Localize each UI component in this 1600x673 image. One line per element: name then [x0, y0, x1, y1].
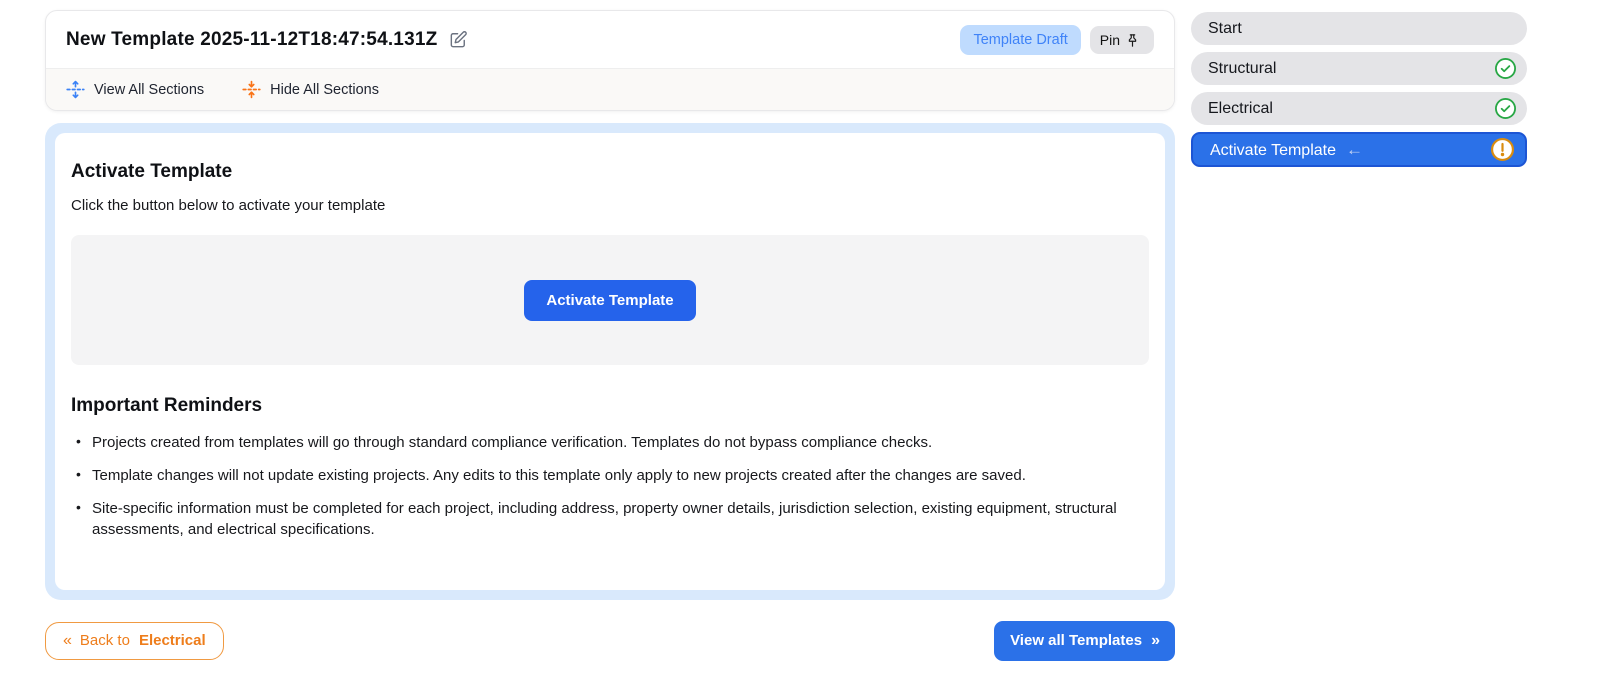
section-title: Activate Template [71, 161, 233, 182]
sidebar-item-activate-template[interactable]: Activate Template ← [1191, 132, 1527, 167]
reminders-list: Projects created from templates will go … [71, 432, 1149, 540]
expand-sections-icon [66, 80, 85, 99]
back-button-target: Electrical [138, 632, 206, 650]
activate-button-container: Activate Template [71, 235, 1149, 365]
footer-navigation: « Back to Electrical View all Templates … [45, 620, 1175, 661]
collapse-sections-icon [242, 80, 261, 99]
chevron-left-icon: « [63, 631, 72, 649]
section-subtitle: Click the button below to activate your … [71, 197, 386, 214]
active-section-panel: Activate Template Click the button below… [45, 123, 1175, 600]
view-all-sections-button[interactable]: View All Sections [66, 80, 204, 99]
view-all-templates-button[interactable]: View all Templates » [994, 620, 1175, 661]
sidebar-item-label: Structural [1208, 59, 1277, 77]
pin-button-label: Pin [1099, 32, 1120, 48]
edit-title-icon[interactable] [448, 30, 468, 50]
template-header-card: New Template 2025-11-12T18:47:54.131Z Te… [45, 10, 1175, 111]
check-circle-icon [1494, 97, 1517, 120]
sidebar-item-start[interactable]: Start [1191, 12, 1527, 45]
hide-all-sections-label: Hide All Sections [270, 81, 379, 98]
view-all-templates-label: View all Templates [1010, 632, 1143, 650]
section-steps-sidebar: Start Structural Electrical Activate Tem… [1191, 12, 1527, 167]
sidebar-item-label: Electrical [1208, 99, 1273, 117]
sidebar-item-electrical[interactable]: Electrical [1191, 92, 1527, 125]
title-row: New Template 2025-11-12T18:47:54.131Z Te… [46, 11, 1174, 68]
activate-template-card: Activate Template Click the button below… [55, 133, 1165, 590]
main-column: New Template 2025-11-12T18:47:54.131Z Te… [45, 10, 1175, 661]
view-all-sections-label: View All Sections [94, 81, 205, 98]
check-circle-icon [1494, 57, 1517, 80]
left-arrow-icon: ← [1346, 139, 1363, 159]
activate-template-button[interactable]: Activate Template [524, 279, 696, 321]
reminder-item: Template changes will not update existin… [71, 465, 1149, 486]
hide-all-sections-button[interactable]: Hide All Sections [242, 80, 379, 99]
back-to-electrical-button[interactable]: « Back to Electrical [45, 621, 224, 660]
pin-button[interactable]: Pin [1089, 26, 1154, 54]
reminders-title: Important Reminders [71, 395, 263, 416]
pushpin-icon [1125, 33, 1140, 48]
sidebar-item-label: Activate Template ← [1210, 139, 1363, 159]
sections-toolbar: View All Sections Hide All Sections [46, 68, 1174, 110]
sidebar-item-label: Start [1208, 19, 1242, 37]
warning-circle-icon [1490, 137, 1515, 162]
reminder-item: Projects created from templates will go … [71, 432, 1149, 453]
page-title: New Template 2025-11-12T18:47:54.131Z [66, 29, 438, 50]
reminder-item: Site-specific information must be comple… [71, 498, 1149, 541]
status-badge: Template Draft [960, 25, 1081, 55]
chevron-right-icon: » [1151, 631, 1160, 649]
back-button-prefix: Back to [79, 632, 130, 650]
sidebar-item-structural[interactable]: Structural [1191, 52, 1527, 85]
